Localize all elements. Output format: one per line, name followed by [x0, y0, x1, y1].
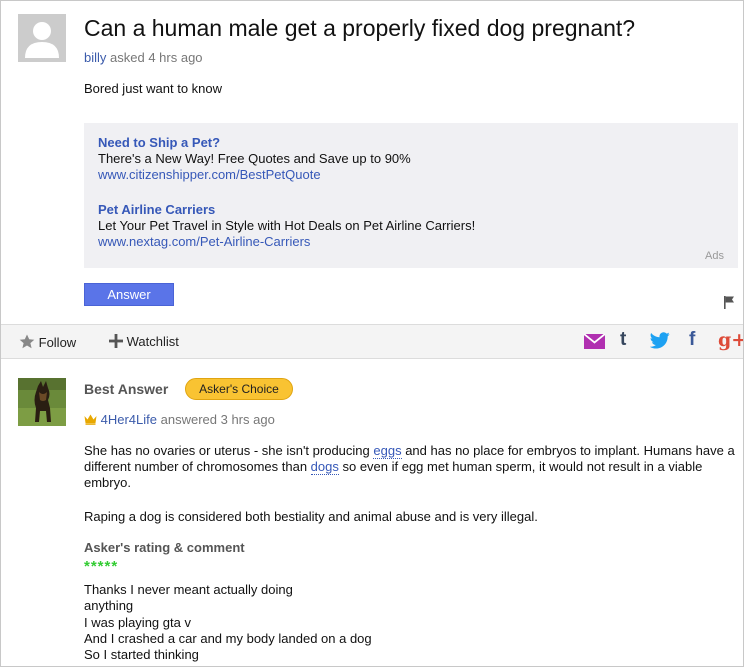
askers-choice-badge: Asker's Choice: [185, 378, 293, 400]
comment-line: And I crashed a car and my body landed o…: [84, 631, 372, 646]
ad-url-link[interactable]: www.nextag.com/Pet-Airline-Carriers: [98, 234, 475, 250]
comment-line: Thanks I never meant actually doing: [84, 582, 293, 597]
question-title: Can a human male get a properly fixed do…: [84, 15, 636, 41]
ads-label: Ads: [705, 250, 724, 262]
dogs-link[interactable]: dogs: [310, 459, 339, 475]
answer-button[interactable]: Answer: [84, 283, 174, 306]
twitter-share-icon[interactable]: [650, 332, 670, 349]
ad-url-link[interactable]: www.citizenshipper.com/BestPetQuote: [98, 167, 411, 183]
answer-paragraph: She has no ovaries or uterus - she isn't…: [84, 443, 739, 491]
answered-time: answered 3 hrs ago: [160, 412, 275, 427]
action-toolbar: Follow Watchlist t f g+: [1, 324, 743, 359]
rating-label: Asker's rating & comment: [84, 540, 245, 555]
flag-icon[interactable]: [723, 295, 735, 309]
tumblr-share-icon[interactable]: t: [620, 329, 626, 353]
ad-title-link[interactable]: Need to Ship a Pet?: [98, 135, 411, 151]
crown-icon: [84, 414, 97, 425]
comment-line: anything: [84, 598, 134, 613]
page-frame: Can a human male get a properly fixed do…: [0, 0, 744, 667]
ad-item[interactable]: Pet Airline Carriers Let Your Pet Travel…: [98, 202, 475, 250]
watchlist-button[interactable]: Watchlist: [109, 334, 179, 349]
ad-item[interactable]: Need to Ship a Pet? There's a New Way! F…: [98, 135, 411, 183]
facebook-share-icon[interactable]: f: [689, 329, 695, 353]
asked-time: asked 4 hrs ago: [110, 50, 203, 65]
ad-description: There's a New Way! Free Quotes and Save …: [98, 151, 411, 166]
google-plus-share-icon[interactable]: g+: [718, 329, 743, 353]
star-icon: [19, 334, 35, 349]
answerer-username-link[interactable]: 4Her4Life: [101, 412, 157, 427]
question-meta: billy asked 4 hrs ago: [84, 50, 203, 65]
question-body: Bored just want to know: [84, 81, 223, 96]
ad-description: Let Your Pet Travel in Style with Hot De…: [98, 218, 476, 233]
eggs-link[interactable]: eggs: [373, 443, 402, 459]
answer-meta: 4Her4Life answered 3 hrs ago: [84, 412, 275, 427]
ads-panel: Need to Ship a Pet? There's a New Way! F…: [84, 123, 738, 268]
follow-label: Follow: [38, 335, 77, 350]
watchlist-label: Watchlist: [126, 334, 179, 349]
comment-line: I was playing gta v: [84, 615, 191, 630]
comment-line: So I started thinking: [84, 647, 199, 662]
email-share-icon[interactable]: [584, 334, 605, 349]
default-user-icon: [18, 14, 66, 62]
answer-text: She has no ovaries or uterus - she isn't…: [84, 443, 374, 458]
ad-title-link[interactable]: Pet Airline Carriers: [98, 202, 475, 218]
best-answer-label: Best Answer: [84, 381, 169, 397]
rating-stars: *****: [84, 558, 119, 575]
answer-paragraph-2: Raping a dog is considered both bestiali…: [84, 509, 538, 524]
plus-icon: [109, 334, 123, 348]
asker-avatar[interactable]: [18, 14, 66, 62]
follow-button[interactable]: Follow: [19, 334, 76, 350]
asker-username-link[interactable]: billy: [84, 50, 106, 65]
answerer-avatar[interactable]: [18, 378, 66, 426]
dog-photo: [18, 378, 66, 426]
